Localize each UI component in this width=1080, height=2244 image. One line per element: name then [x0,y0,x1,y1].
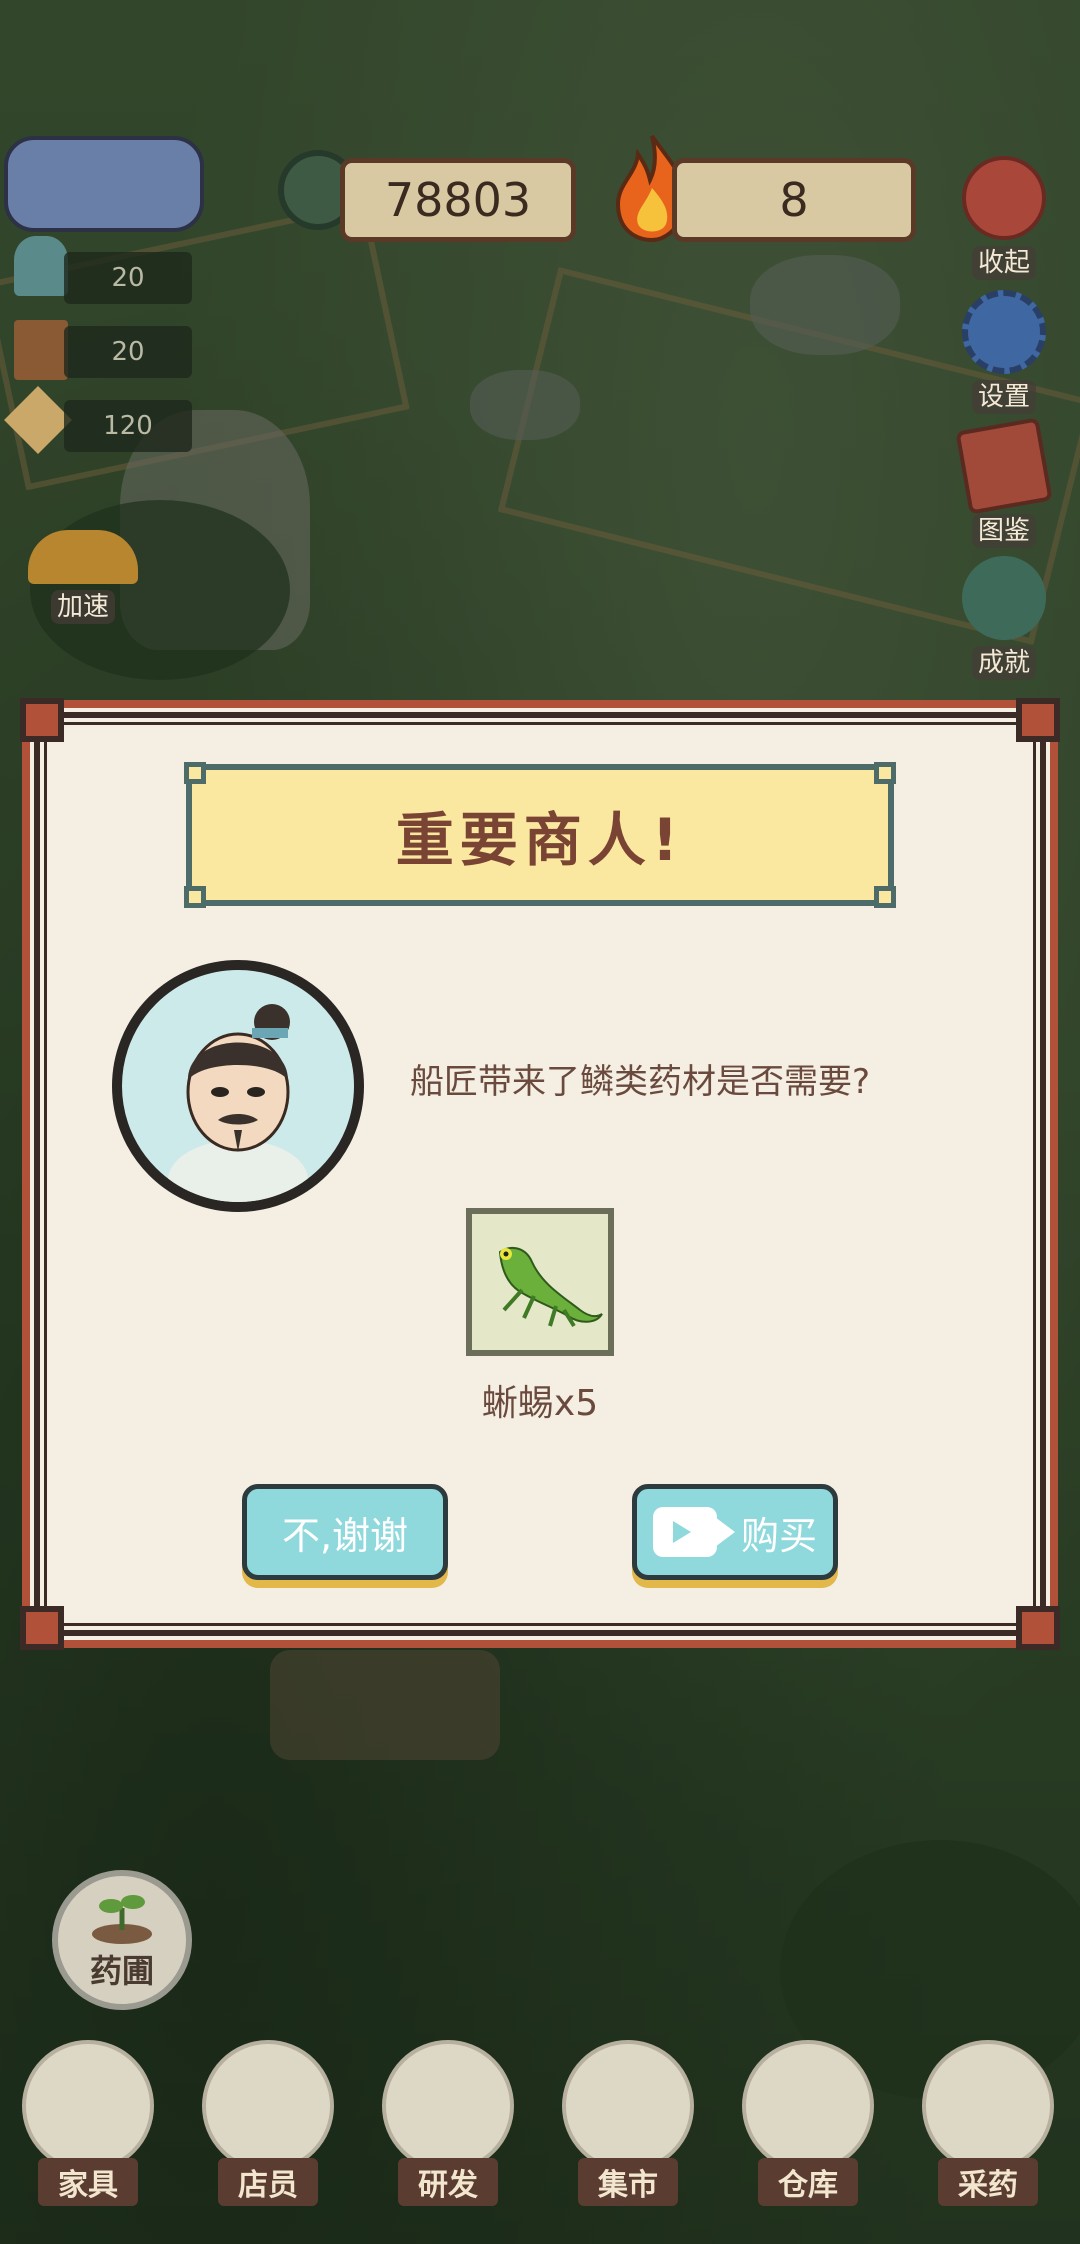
herb-garden-label: 药圃 [89,1952,154,1990]
codex-label: 图鉴 [971,514,1036,548]
market-banner-icon [562,2040,694,2172]
banner-corner [184,762,206,784]
collapse-button[interactable]: 收起 [956,156,1052,280]
yin-yang-icon [962,156,1046,240]
dialog-corner [1016,1606,1060,1650]
reward-item-label: 蜥蜴x5 [481,1383,599,1424]
nav-label: 家具 [38,2158,138,2206]
merchant-portrait [112,960,364,1212]
herb-garden-button[interactable]: 药圃 [52,1870,192,2010]
chair-icon [14,320,68,380]
dialog-title-banner: 重要商人! [184,762,896,908]
nav-label: 采药 [938,2158,1038,2206]
codex-button[interactable]: 图鉴 [955,417,1053,548]
speedup-label: 加速 [50,590,115,624]
dialog-title: 重要商人! [395,806,685,874]
scroll-emblem-icon [4,136,204,232]
decline-label: 不,谢谢 [281,1513,409,1558]
bundle-icon [742,2040,874,2172]
buy-label: 购买 [740,1513,817,1558]
dragon-icon [962,556,1046,640]
flame-counter: 8 [672,158,916,242]
nav-label: 仓库 [758,2158,858,2206]
achievements-label: 成就 [971,646,1036,680]
gear-icon [962,290,1046,374]
dialog-corner [20,1606,64,1650]
speedup-button[interactable]: 加速 [18,530,148,624]
dialog-message: 船匠带来了鳞类药材是否需要? [410,1062,871,1102]
staff-girl-icon [202,2040,334,2172]
nav-label: 研发 [398,2158,498,2206]
settings-button[interactable]: 设置 [956,290,1052,414]
mountain-icon [922,2040,1054,2172]
staff-girl-icon [14,236,68,296]
speedup-icon [28,530,138,584]
settings-label: 设置 [971,380,1036,414]
nav-research[interactable]: 研发 [378,2040,518,2230]
coin-counter: 78803 [340,158,576,242]
nav-label: 集市 [578,2158,678,2206]
nav-warehouse[interactable]: 仓库 [738,2040,878,2230]
banner-corner [184,886,206,908]
book-icon [955,417,1053,515]
nav-furniture[interactable]: 家具 [18,2040,158,2230]
reward-item-slot [466,1208,614,1356]
dialog-corner [20,698,64,742]
sprout-icon [92,1895,152,1944]
nav-staff[interactable]: 店员 [198,2040,338,2230]
scroll-emblem[interactable] [4,136,204,234]
nav-market[interactable]: 集市 [558,2040,698,2230]
furniture-count: 20 [64,326,192,378]
collapse-label: 收起 [971,246,1036,280]
parcel-icon [382,2040,514,2172]
research-count: 120 [64,400,192,452]
chair-icon [22,2040,154,2172]
lizard-icon [498,1246,603,1328]
decline-button[interactable]: 不,谢谢 [242,1484,448,1580]
staff-count: 20 [64,252,192,304]
video-icon [652,1507,735,1557]
nav-gather[interactable]: 采药 [918,2040,1058,2230]
achievements-button[interactable]: 成就 [956,556,1052,680]
shipwright-avatar [168,1004,308,1202]
banner-corner [874,886,896,908]
banner-corner [874,762,896,784]
dialog-corner [1016,698,1060,742]
buy-video-button[interactable]: 购买 [632,1484,838,1580]
nav-label: 店员 [218,2158,318,2206]
